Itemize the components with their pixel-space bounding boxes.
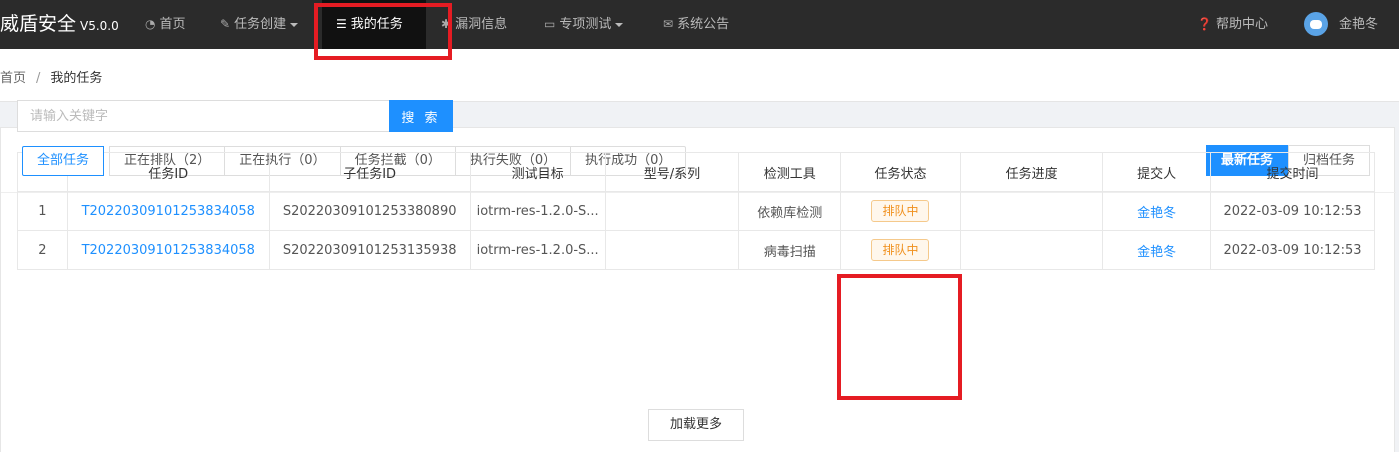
nav-help-label: 帮助中心	[1215, 17, 1268, 32]
col-time: 提交时间	[1210, 152, 1375, 192]
avatar[interactable]	[1304, 12, 1328, 36]
mail-icon: ✉	[663, 17, 674, 31]
caret-down-icon	[615, 22, 624, 27]
breadcrumb-home[interactable]: 首页	[0, 71, 26, 86]
col-tool: 检测工具	[738, 152, 842, 192]
table-row: 2 T20220309101253834058 S202203091012531…	[17, 230, 1375, 270]
row-index: 2	[17, 230, 68, 270]
col-progress: 任务进度	[959, 152, 1104, 192]
nav-home-label: 首页	[159, 17, 186, 32]
dashboard-icon: ◔	[145, 17, 156, 31]
table-header-row: 任务ID 子任务ID 测试目标 型号/系列 检测工具 任务状态 任务进度 提交人…	[17, 152, 1375, 192]
task-id-link[interactable]: T20220309101253834058	[82, 204, 255, 219]
task-progress	[959, 191, 1104, 231]
tab-all-tasks[interactable]: 全部任务	[22, 146, 105, 176]
nav-special-test-label: 专项测试	[559, 17, 612, 32]
load-more-button[interactable]: 加载更多	[648, 409, 744, 441]
nav-task-create-label: 任务创建	[234, 17, 287, 32]
model-series	[604, 191, 740, 231]
status-badge: 排队中	[871, 200, 930, 222]
question-icon: ❓	[1197, 17, 1212, 31]
col-target: 测试目标	[469, 152, 606, 192]
detection-tool: 依赖库检测	[738, 191, 842, 231]
breadcrumb: 首页 / 我的任务	[0, 67, 102, 86]
nav-special-test[interactable]: ▭ 专项测试	[544, 0, 624, 49]
submitter-link[interactable]: 金艳冬	[1137, 206, 1176, 221]
edit-icon: ✎	[220, 17, 231, 31]
brand-logo[interactable]: 威盾安全 V5.0.0	[0, 0, 119, 49]
brand-name: 威盾安全	[0, 13, 77, 35]
nav-announcement[interactable]: ✉ 系统公告	[663, 0, 729, 49]
caret-down-icon	[290, 22, 299, 27]
model-series	[604, 230, 740, 270]
status-badge: 排队中	[871, 239, 930, 261]
table-row: 1 T20220309101253834058 S202203091012533…	[17, 191, 1375, 231]
breadcrumb-current: 我的任务	[50, 71, 103, 86]
detection-tool: 病毒扫描	[738, 230, 842, 270]
search-input[interactable]	[17, 100, 390, 132]
top-navbar: 威盾安全 V5.0.0 ◔ 首页 ✎ 任务创建 ☰ 我的任务 ✱ 漏洞信息 ▭ 专项测试 ✉…	[0, 0, 1399, 49]
nav-home[interactable]: ◔ 首页	[145, 0, 186, 49]
breadcrumb-bar: 首页 / 我的任务	[0, 49, 1399, 102]
breadcrumb-separator: /	[36, 71, 41, 86]
nav-announcement-label: 系统公告	[677, 17, 730, 32]
col-submitter: 提交人	[1102, 152, 1211, 192]
username: 金艳冬	[1339, 17, 1379, 32]
highlight-box-status	[837, 274, 962, 400]
subtask-id: S20220309101253135938	[268, 230, 471, 270]
submit-time: 2022-03-09 10:12:53	[1210, 191, 1375, 231]
test-target: iotrm-res-1.2.0-S...	[469, 191, 606, 231]
col-model: 型号/系列	[604, 152, 740, 192]
brand-version: V5.0.0	[80, 19, 119, 33]
nav-task-create[interactable]: ✎ 任务创建	[220, 0, 299, 49]
task-progress	[959, 230, 1104, 270]
user-menu[interactable]: 金艳冬	[1339, 0, 1378, 49]
monitor-icon: ▭	[544, 17, 556, 31]
task-table: 任务ID 子任务ID 测试目标 型号/系列 检测工具 任务状态 任务进度 提交人…	[17, 152, 1375, 270]
test-target: iotrm-res-1.2.0-S...	[469, 230, 606, 270]
search-button[interactable]: 搜 索	[389, 100, 453, 132]
subtask-id: S20220309101253380890	[268, 191, 471, 231]
task-id-link[interactable]: T20220309101253834058	[82, 243, 255, 258]
highlight-box-nav	[314, 3, 452, 60]
nav-help[interactable]: ❓ 帮助中心	[1197, 0, 1268, 49]
submit-time: 2022-03-09 10:12:53	[1210, 230, 1375, 270]
col-status: 任务状态	[840, 152, 961, 192]
row-index: 1	[17, 191, 68, 231]
col-subtask-id: 子任务ID	[268, 152, 471, 192]
nav-vuln-info-label: 漏洞信息	[455, 17, 508, 32]
submitter-link[interactable]: 金艳冬	[1137, 245, 1176, 260]
